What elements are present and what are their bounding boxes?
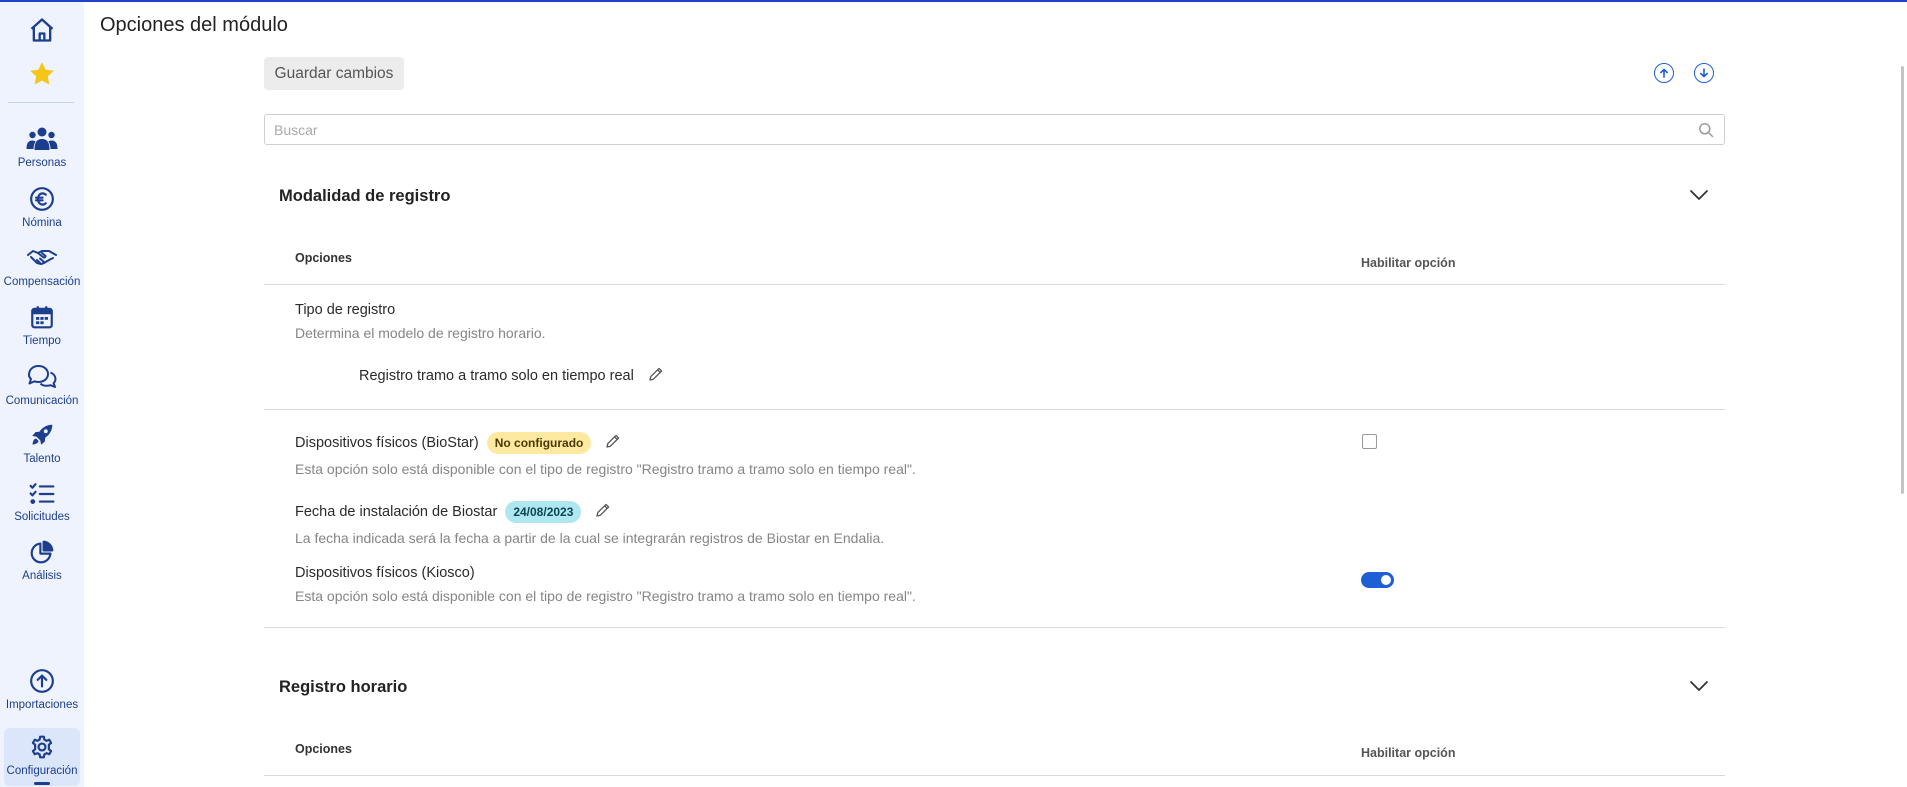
arrow-down-icon [1700, 68, 1708, 78]
scroll-up-button[interactable] [1654, 63, 1674, 83]
pie-chart-icon [30, 540, 54, 564]
upload-circle-icon [30, 669, 54, 693]
sidebar-item-analisis[interactable]: Análisis [0, 539, 84, 582]
option-title: Fecha de instalación de Biostar 24/08/20… [295, 501, 611, 523]
divider [264, 775, 1725, 776]
home-icon [30, 18, 54, 42]
sidebar-item-label: Tiempo [23, 335, 61, 347]
option-description: Esta opción solo está disponible con el … [295, 588, 916, 604]
sidebar-item-solicitudes[interactable]: Solicitudes [0, 482, 84, 523]
divider [264, 284, 1725, 285]
sidebar-item-label: Personas [17, 157, 67, 169]
calendar-icon [31, 306, 53, 329]
scroll-down-button[interactable] [1694, 63, 1714, 83]
gear-icon [31, 735, 53, 759]
sidebar-item-label: Importaciones [5, 699, 79, 711]
chevron-down-icon [1690, 681, 1708, 691]
kiosco-enable-toggle[interactable] [1361, 572, 1394, 588]
top-accent-line [0, 0, 1907, 2]
collapse-section-button[interactable] [1689, 679, 1709, 698]
home-button[interactable] [0, 16, 84, 44]
euro-icon [30, 187, 54, 211]
column-header-options: Opciones [295, 742, 352, 756]
rocket-icon [32, 424, 53, 445]
people-icon [26, 127, 58, 150]
sidebar-item-label: Configuración [6, 765, 78, 777]
option-title-text: Dispositivos físicos (Kiosco) [295, 565, 475, 581]
chevron-down-icon [1690, 190, 1708, 200]
favorites-button[interactable] [0, 59, 84, 89]
handshake-icon [27, 250, 57, 265]
column-header-enable: Habilitar opción [1361, 746, 1456, 760]
option-description: Determina el modelo de registro horario. [295, 325, 546, 341]
sidebar-item-talento[interactable]: Talento [0, 422, 84, 465]
page-title: Opciones del módulo [100, 14, 288, 36]
option-title: Dispositivos físicos (Kiosco) [295, 565, 475, 581]
pencil-icon [649, 367, 663, 381]
section-title: Modalidad de registro [279, 187, 451, 205]
sidebar-item-label: Nómina [22, 217, 62, 229]
active-indicator [34, 782, 50, 785]
option-title-text: Tipo de registro [295, 302, 396, 318]
edit-install-date-button[interactable] [595, 502, 611, 522]
search-icon[interactable] [1698, 122, 1714, 138]
sidebar-item-compensacion[interactable]: Compensación [0, 245, 84, 288]
star-icon [30, 62, 54, 85]
edit-registration-type-button[interactable] [648, 366, 664, 386]
section-title: Registro horario [279, 678, 408, 696]
edit-biostar-button[interactable] [605, 433, 621, 453]
sidebar-item-personas[interactable]: Personas [0, 126, 84, 169]
search-box [264, 114, 1725, 145]
sidebar: Personas Nómina Compensación Tiempo Comu… [0, 2, 84, 787]
registration-type-text: Registro tramo a tramo solo en tiempo re… [359, 368, 634, 384]
option-title: Tipo de registro [295, 302, 395, 318]
search-input[interactable] [265, 115, 1724, 144]
sidebar-divider [8, 102, 74, 103]
sidebar-item-importaciones[interactable]: Importaciones [0, 668, 84, 711]
sidebar-item-label: Talento [23, 453, 61, 465]
option-title-text: Dispositivos físicos (BioStar) [295, 435, 479, 451]
registration-type-value: Registro tramo a tramo solo en tiempo re… [359, 366, 664, 386]
sidebar-item-configuracion[interactable]: Configuración [0, 734, 84, 777]
pencil-icon [606, 434, 620, 448]
sidebar-item-comunicacion[interactable]: Comunicación [0, 362, 84, 407]
checklist-icon [29, 483, 55, 504]
option-description: La fecha indicada será la fecha a partir… [295, 530, 885, 546]
sidebar-item-label: Solicitudes [14, 511, 70, 523]
scrollbar[interactable] [1901, 66, 1904, 494]
sidebar-item-label: Análisis [22, 570, 62, 582]
sidebar-item-nomina[interactable]: Nómina [0, 186, 84, 229]
collapse-section-button[interactable] [1689, 188, 1709, 207]
date-badge: 24/08/2023 [505, 501, 582, 523]
pencil-icon [596, 503, 610, 517]
sidebar-item-tiempo[interactable]: Tiempo [0, 304, 84, 347]
option-description: Esta opción solo está disponible con el … [295, 461, 916, 477]
sidebar-item-label: Comunicación [5, 395, 79, 407]
save-button[interactable]: Guardar cambios [264, 57, 404, 90]
divider [264, 409, 1725, 410]
column-header-enable: Habilitar opción [1361, 256, 1456, 270]
sidebar-item-label: Compensación [3, 276, 81, 288]
status-badge: No configurado [486, 432, 592, 454]
chat-bubbles-icon [28, 365, 57, 388]
option-title-text: Fecha de instalación de Biostar [295, 504, 498, 520]
arrow-up-icon [1660, 68, 1668, 78]
divider [264, 627, 1725, 628]
biostar-enable-checkbox[interactable] [1362, 434, 1377, 449]
column-header-options: Opciones [295, 251, 352, 265]
option-title: Dispositivos físicos (BioStar) No config… [295, 432, 621, 454]
